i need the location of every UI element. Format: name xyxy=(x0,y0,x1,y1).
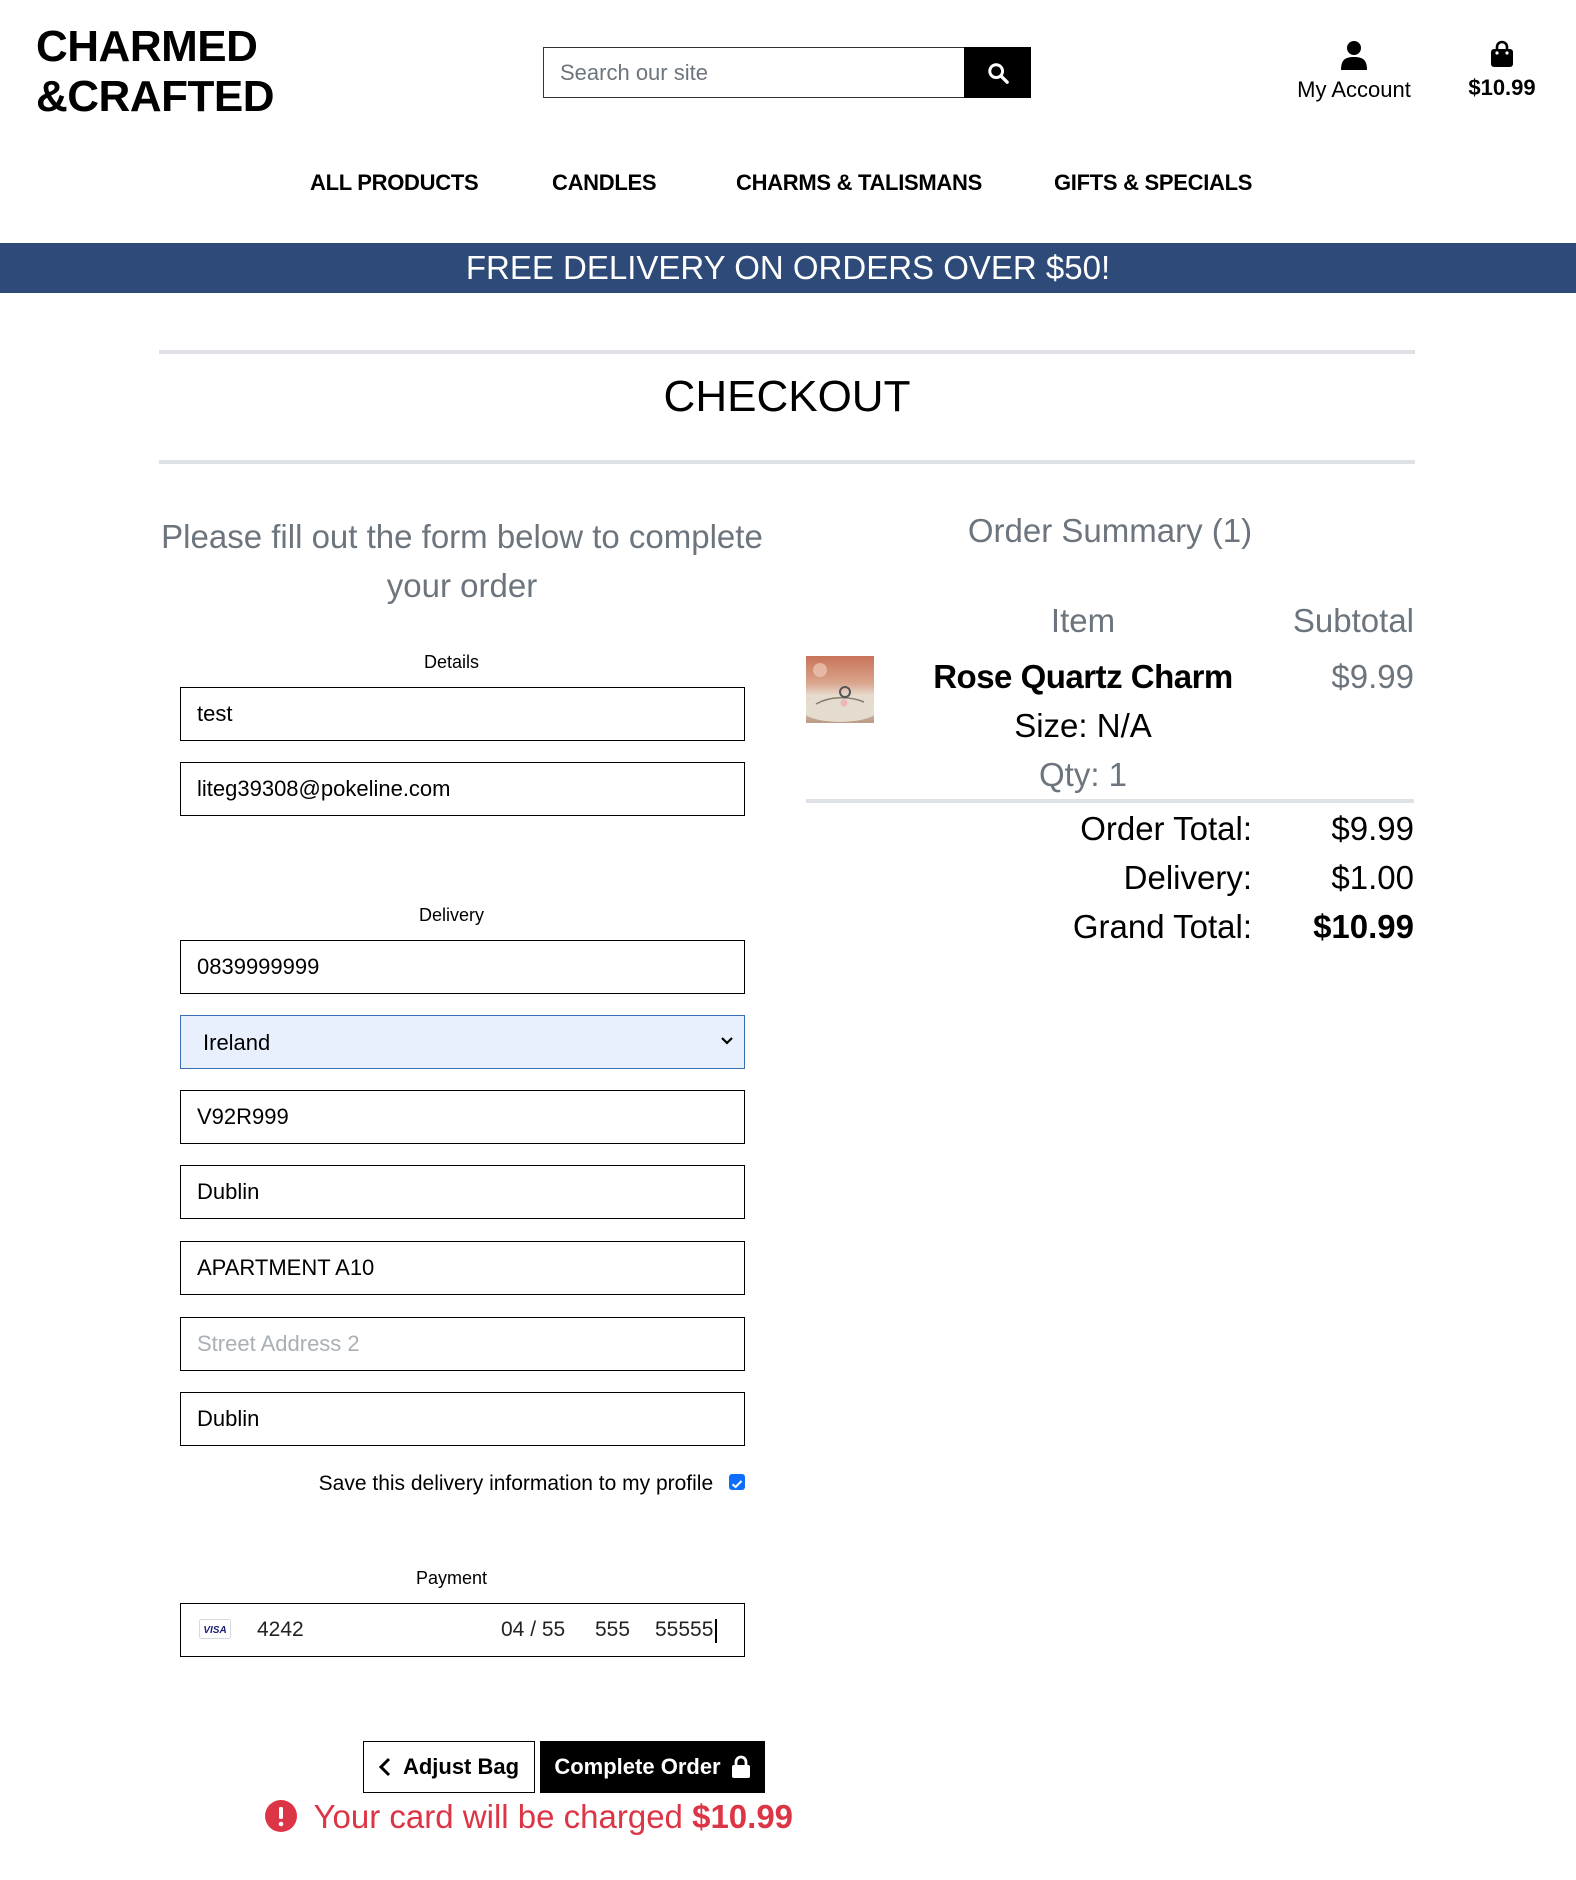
email-field[interactable] xyxy=(180,762,745,816)
card-expiry-input[interactable]: 04 / 55 xyxy=(501,1618,565,1642)
delivery-label: Delivery: xyxy=(1123,859,1252,896)
nav-candles[interactable]: CANDLES xyxy=(552,170,657,196)
town-field[interactable] xyxy=(180,1165,745,1219)
title-divider-top xyxy=(159,350,1415,354)
nav-gifts-specials[interactable]: GIFTS & SPECIALS xyxy=(1054,170,1252,196)
payment-legend: Payment xyxy=(415,1568,488,1588)
lock-icon xyxy=(731,1755,750,1778)
search-icon xyxy=(987,62,1009,84)
charge-text: Your card will be charged xyxy=(313,1798,683,1835)
card-element[interactable]: VISA 4242 04 / 55 555 55555 xyxy=(180,1603,745,1657)
delivery-value: $1.00 xyxy=(1331,859,1414,896)
county-field[interactable] xyxy=(180,1392,745,1446)
summary-col-item: Item xyxy=(1050,602,1116,639)
summary-col-subtotal: Subtotal xyxy=(1292,602,1414,639)
save-info-row: Save this delivery information to my pro… xyxy=(180,1472,745,1496)
card-zip-input[interactable]: 55555 xyxy=(655,1618,713,1642)
search-input[interactable] xyxy=(543,47,964,98)
adjust-bag-button[interactable]: Adjust Bag xyxy=(363,1741,535,1793)
exclamation-circle-icon xyxy=(265,1800,297,1833)
logo-line-2: &CRAFTED xyxy=(36,72,274,121)
cart-item-name: Rose Quartz Charm xyxy=(933,658,1233,695)
order-total-label: Order Total: xyxy=(1080,810,1252,847)
street-address-2-field[interactable] xyxy=(180,1317,745,1371)
grand-total-label: Grand Total: xyxy=(1072,908,1252,945)
card-cvc-input[interactable]: 555 xyxy=(595,1618,630,1642)
card-number-input[interactable]: 4242 xyxy=(257,1618,304,1642)
country-select[interactable]: Ireland xyxy=(180,1015,745,1069)
order-summary-title: Order Summary (1) xyxy=(967,512,1253,549)
product-thumbnail[interactable] xyxy=(806,656,874,723)
shopping-bag-icon xyxy=(1491,40,1513,67)
page-title: CHECKOUT xyxy=(663,372,911,421)
shopping-bag-link[interactable]: $10.99 xyxy=(1462,40,1542,101)
bag-total: $10.99 xyxy=(1468,75,1536,100)
country-selected-value: Ireland xyxy=(203,1030,271,1055)
text-cursor xyxy=(715,1619,717,1643)
user-icon xyxy=(1341,41,1367,70)
title-divider-bottom xyxy=(159,460,1415,464)
summary-divider xyxy=(806,799,1414,803)
complete-order-button[interactable]: Complete Order xyxy=(540,1741,765,1793)
street-address-1-field[interactable] xyxy=(180,1241,745,1295)
delivery-banner: FREE DELIVERY ON ORDERS OVER $50! xyxy=(0,243,1576,293)
nav-all-products[interactable]: ALL PRODUCTS xyxy=(310,170,479,196)
logo-line-1: CHARMED xyxy=(36,22,258,71)
grand-total-value: $10.99 xyxy=(1313,908,1414,945)
order-total-value: $9.99 xyxy=(1331,810,1414,847)
cart-item-subtotal: $9.99 xyxy=(1331,658,1414,695)
visa-icon: VISA xyxy=(199,1619,231,1645)
my-account-link[interactable]: My Account xyxy=(1290,40,1418,103)
chevron-left-icon xyxy=(378,1757,390,1777)
site-logo[interactable]: CHARMED &CRAFTED xyxy=(36,22,274,122)
cart-item-qty: Qty: 1 xyxy=(1038,756,1128,793)
search-form xyxy=(543,47,1031,98)
complete-order-label: Complete Order xyxy=(554,1754,721,1779)
save-info-label: Save this delivery information to my pro… xyxy=(318,1472,714,1495)
adjust-bag-label: Adjust Bag xyxy=(402,1754,520,1779)
main-nav: ALL PRODUCTS CANDLES CHARMS & TALISMANS … xyxy=(0,170,1576,210)
search-button[interactable] xyxy=(964,47,1031,98)
nav-charms-talismans[interactable]: CHARMS & TALISMANS xyxy=(736,170,982,196)
full-name-field[interactable] xyxy=(180,687,745,741)
chevron-down-icon xyxy=(721,1037,733,1045)
checkmark-icon xyxy=(731,1480,743,1489)
save-info-checkbox[interactable] xyxy=(729,1474,745,1491)
postcode-field[interactable] xyxy=(180,1090,745,1144)
charge-amount: $10.99 xyxy=(692,1798,794,1835)
details-legend: Details xyxy=(423,652,480,672)
cart-item-size: Size: N/A xyxy=(1014,707,1152,744)
charge-warning: Your card will be charged $10.99 xyxy=(265,1798,793,1836)
delivery-legend: Delivery xyxy=(418,905,484,925)
svg-text:VISA: VISA xyxy=(203,1625,226,1636)
phone-field[interactable] xyxy=(180,940,745,994)
form-intro: Please fill out the form below to comple… xyxy=(161,518,763,604)
my-account-label: My Account xyxy=(1297,77,1411,102)
